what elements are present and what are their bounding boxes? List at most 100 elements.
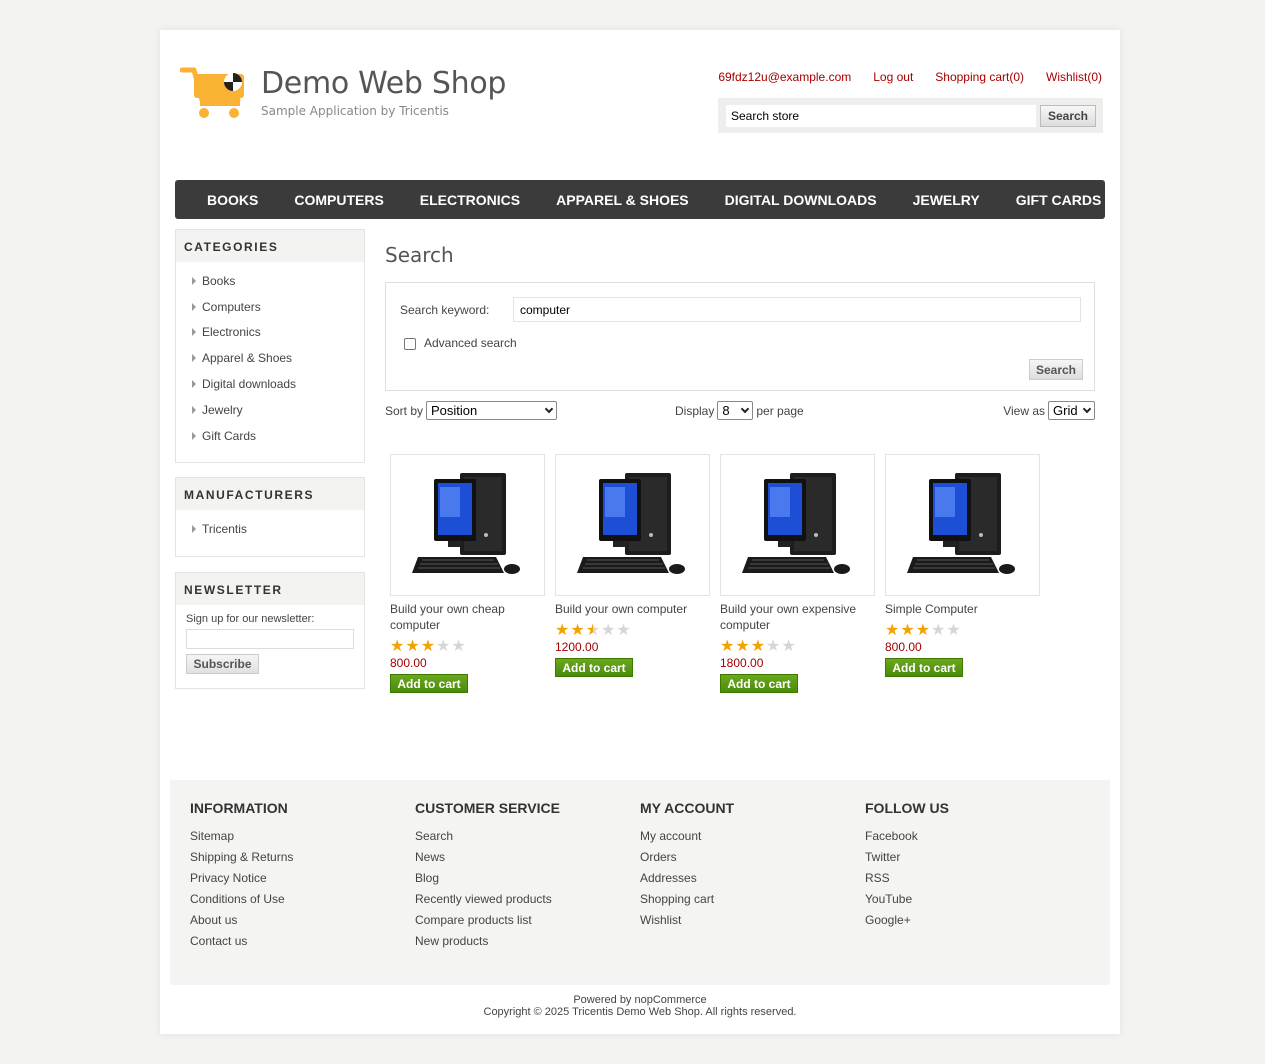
footer-link[interactable]: Orders (640, 850, 850, 871)
shopping-cart-link[interactable]: Shopping cart(0) (935, 70, 1024, 84)
add-to-cart-button[interactable]: Add to cart (885, 658, 963, 677)
view-mode-select[interactable]: Grid (1048, 401, 1095, 420)
footer-link[interactable]: Facebook (865, 829, 1075, 850)
store-search-input[interactable] (726, 105, 1036, 127)
view-as-label: View as (1003, 403, 1045, 418)
store-search-button[interactable]: Search (1040, 105, 1096, 127)
category-item-jewelry[interactable]: Jewelry (192, 397, 364, 423)
product-price: 800.00 (885, 640, 922, 654)
powered-by-text[interactable]: Powered by nopCommerce (160, 994, 1120, 1006)
add-to-cart-button[interactable]: Add to cart (720, 674, 798, 693)
sort-by-selector: Sort by Position (385, 401, 558, 420)
footer-link[interactable]: Recently viewed products (415, 892, 625, 913)
menu-gift-cards[interactable]: GIFT CARDS (998, 192, 1120, 208)
star-full-icon: ★ (420, 638, 436, 655)
category-item-gift-cards[interactable]: Gift Cards (192, 423, 364, 449)
newsletter-email-input[interactable] (186, 629, 354, 649)
footer-link[interactable]: Blog (415, 871, 625, 892)
footer-link[interactable]: About us (190, 913, 400, 934)
footer-link[interactable]: RSS (865, 871, 1075, 892)
logout-link[interactable]: Log out (873, 70, 913, 84)
product-title[interactable]: Build your own cheap computer (390, 601, 545, 633)
category-item-electronics[interactable]: Electronics (192, 320, 364, 346)
product-image[interactable] (720, 454, 875, 596)
site-logo[interactable]: Demo Web Shop Sample Application by Tric… (180, 66, 506, 126)
star-full-icon: ★ (735, 638, 750, 655)
advanced-search-checkbox[interactable] (404, 338, 416, 350)
footer-column-title: CUSTOMER SERVICE (415, 800, 560, 816)
header-links: 69fdz12u@example.com Log out Shopping ca… (718, 70, 1102, 84)
manufacturer-item-tricentis[interactable]: Tricentis (192, 516, 364, 542)
star-full-icon: ★ (570, 622, 585, 639)
footer-link[interactable]: Compare products list (415, 913, 625, 934)
wishlist-link[interactable]: Wishlist(0) (1046, 70, 1102, 84)
product-item: Simple Computer ★ ★ ★ ★ ★ 800.00 Add to cart (885, 454, 1040, 677)
footer-link[interactable]: News (415, 850, 625, 871)
category-item-digital-downloads[interactable]: Digital downloads (192, 371, 364, 397)
footer-link[interactable]: Search (415, 829, 625, 850)
menu-apparel-shoes[interactable]: APPAREL & SHOES (538, 192, 707, 208)
copyright-text: Copyright © 2025 Tricentis Demo Web Shop… (483, 1006, 797, 1018)
sort-by-value: Position (431, 403, 478, 418)
menu-computers[interactable]: COMPUTERS (276, 192, 401, 208)
arrow-right-icon (192, 405, 196, 414)
category-item-apparel-shoes[interactable]: Apparel & Shoes (192, 345, 364, 371)
footer-link[interactable]: Shopping cart (640, 892, 850, 913)
desktop-computer-icon (576, 473, 685, 574)
product-title[interactable]: Simple Computer (885, 601, 1040, 617)
sort-by-select[interactable]: Position (426, 401, 558, 420)
search-submit-button[interactable]: Search (1029, 359, 1083, 380)
categories-block: CATEGORIES Books Computers Electronics A… (175, 229, 365, 463)
star-empty-icon: ★ (946, 622, 961, 639)
manufacturer-label: Tricentis (202, 521, 247, 536)
add-to-cart-button[interactable]: Add to cart (390, 674, 468, 693)
product-rating: ★ ★ ★ ★ ★ (720, 639, 875, 655)
footer-link[interactable]: Contact us (190, 934, 400, 955)
footer-link[interactable]: Shipping & Returns (190, 850, 400, 871)
add-to-cart-button[interactable]: Add to cart (555, 658, 633, 677)
menu-books[interactable]: BOOKS (189, 192, 276, 208)
desktop-computer-icon (741, 473, 850, 574)
product-image[interactable] (390, 454, 545, 596)
footer-column-customer-service: CUSTOMER SERVICE Search News Blog Recent… (415, 800, 625, 955)
product-image[interactable] (885, 454, 1040, 596)
product-title[interactable]: Build your own computer (555, 601, 710, 617)
subscribe-button[interactable]: Subscribe (186, 654, 259, 674)
menu-electronics[interactable]: ELECTRONICS (402, 192, 538, 208)
star-half-icon: ★ (585, 622, 601, 639)
menu-jewelry[interactable]: JEWELRY (895, 192, 998, 208)
newsletter-title: NEWSLETTER (176, 573, 364, 605)
footer-link[interactable]: Google+ (865, 913, 1075, 934)
product-image[interactable] (555, 454, 710, 596)
page-title: Search (385, 243, 454, 267)
footer-column-my-account: MY ACCOUNT My account Orders Addresses S… (640, 800, 850, 934)
product-title[interactable]: Build your own expensive computer (720, 601, 875, 633)
menu-digital-downloads[interactable]: DIGITAL DOWNLOADS (707, 192, 895, 208)
footer-link[interactable]: New products (415, 934, 625, 955)
search-keyword-input[interactable] (513, 297, 1081, 322)
footer-link[interactable]: YouTube (865, 892, 1075, 913)
categories-title: CATEGORIES (176, 230, 364, 262)
footer-link[interactable]: Sitemap (190, 829, 400, 850)
product-selectors: Sort by Position Display 8 per page View… (385, 401, 1095, 421)
footer-link[interactable]: Twitter (865, 850, 1075, 871)
footer-link[interactable]: My account (640, 829, 850, 850)
account-link[interactable]: 69fdz12u@example.com (718, 70, 851, 84)
page-size-select[interactable]: 8 (717, 401, 754, 420)
manufacturers-block: MANUFACTURERS Tricentis (175, 477, 365, 557)
footer-link[interactable]: Addresses (640, 871, 850, 892)
arrow-right-icon (192, 354, 196, 363)
chevron-down-icon (1082, 404, 1092, 413)
category-item-computers[interactable]: Computers (192, 294, 364, 320)
footer-column-title: MY ACCOUNT (640, 800, 735, 816)
footer-link[interactable]: Conditions of Use (190, 892, 400, 913)
sort-by-label: Sort by (385, 403, 424, 418)
footer-link[interactable]: Wishlist (640, 913, 850, 934)
desktop-computer-icon (906, 473, 1015, 574)
category-item-books[interactable]: Books (192, 268, 364, 294)
category-label: Computers (202, 299, 261, 314)
category-label: Jewelry (202, 402, 243, 417)
footer-link[interactable]: Privacy Notice (190, 871, 400, 892)
advanced-search-label[interactable]: Advanced search (424, 336, 517, 350)
star-empty-icon: ★ (616, 622, 631, 639)
